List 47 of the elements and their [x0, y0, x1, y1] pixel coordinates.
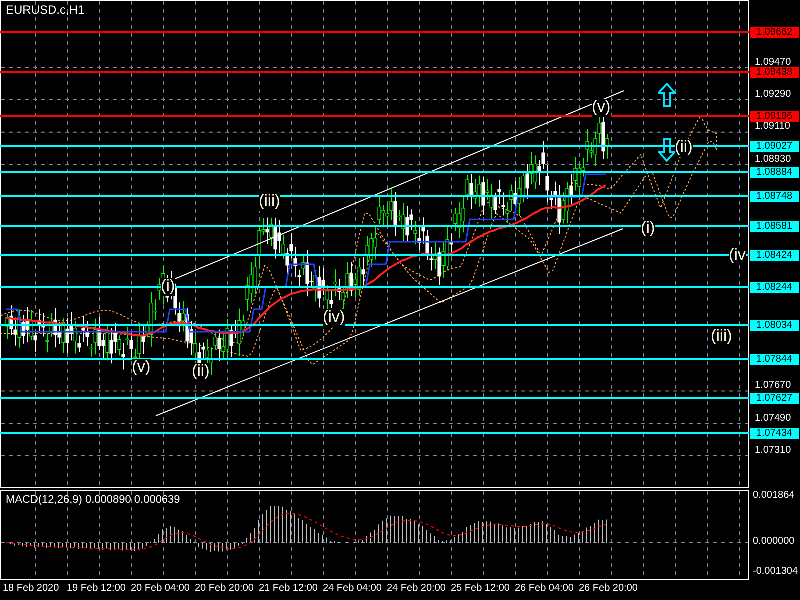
price-level-label: 1.07844: [750, 354, 799, 365]
price-level-label: 1.08034: [750, 320, 799, 331]
wave-label: (iv: [729, 247, 746, 265]
price-tick: 1.07670: [755, 381, 792, 392]
price-tick: 1.07310: [755, 446, 792, 456]
price-level-label: 1.09662: [750, 27, 799, 38]
wave-label: (v): [132, 359, 151, 377]
price-level-label: 1.08748: [750, 191, 799, 202]
time-label: 25 Feb 12:00: [451, 583, 510, 595]
wave-label: (iii): [711, 328, 732, 346]
time-label: 20 Feb 04:00: [131, 583, 190, 595]
price-tick: 1.09110: [755, 122, 790, 132]
price-level-label: 1.08424: [750, 250, 799, 261]
wave-label: (iii): [259, 193, 280, 211]
price-level-label: 1.07434: [750, 428, 799, 439]
price-level-label: 1.09027: [750, 141, 799, 152]
time-label: 26 Feb 20:00: [579, 583, 638, 595]
wave-label: (v): [592, 99, 611, 117]
price-tick: 1.09470: [755, 58, 792, 68]
macd-tick: 0.001864: [753, 490, 795, 502]
time-label: 21 Feb 12:00: [259, 583, 318, 595]
time-label: 24 Feb 04:00: [323, 583, 382, 595]
time-label: 26 Feb 04:00: [515, 583, 574, 595]
time-label: 18 Feb 2020: [3, 583, 60, 595]
chart-title: EURUSD.c,H1: [6, 3, 85, 17]
price-level-label: 1.08581: [750, 221, 799, 232]
price-level-label: 1.08244: [750, 282, 799, 294]
price-level-label: 1.09196: [750, 110, 799, 122]
wave-label: (ii): [675, 139, 693, 157]
wave-label: (i): [161, 278, 176, 296]
price-tick: 1.08930: [755, 154, 792, 165]
wave-label: (ii): [192, 363, 210, 381]
time-label: 24 Feb 20:00: [387, 583, 446, 595]
price-level-label: 1.08884: [750, 166, 799, 178]
price-level-label: 1.09438: [750, 67, 799, 78]
down-arrow-icon: [658, 138, 676, 162]
time-label: 19 Feb 12:00: [67, 583, 126, 595]
wave-label: (iv): [323, 309, 346, 327]
macd-tick: -0.001304: [753, 566, 798, 578]
price-tick: 1.09290: [755, 90, 792, 100]
price-level-label: 1.07627: [750, 393, 799, 404]
price-tick: 1.07490: [755, 414, 792, 424]
up-arrow-icon: [658, 83, 676, 107]
macd-title: MACD(12,26,9) 0.000890 0.000639: [6, 494, 180, 507]
macd-tick: 0.000000: [753, 536, 795, 548]
wave-label: (i): [641, 220, 656, 238]
time-label: 20 Feb 20:00: [195, 583, 254, 595]
